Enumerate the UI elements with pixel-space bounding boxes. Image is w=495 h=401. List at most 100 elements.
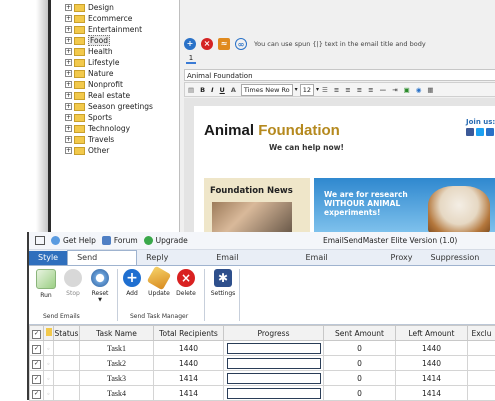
delete-button[interactable]: ×Delete xyxy=(173,269,199,297)
expand-icon[interactable]: + xyxy=(65,81,72,88)
delete-icon[interactable]: × xyxy=(201,38,213,50)
globe-icon[interactable]: ◉ xyxy=(416,86,422,94)
folder-icon xyxy=(74,92,85,100)
font-select[interactable]: Times New Ro xyxy=(241,84,293,96)
add-icon[interactable]: + xyxy=(184,38,196,50)
align-left-icon[interactable]: ≡ xyxy=(345,86,350,94)
expand-icon[interactable]: + xyxy=(65,103,72,110)
italic-button[interactable]: I xyxy=(211,86,213,94)
column-header-sent-amount[interactable]: Sent Amount xyxy=(324,326,396,341)
chevron-down-icon[interactable]: ▼ xyxy=(87,297,113,303)
expand-icon[interactable]: + xyxy=(65,15,72,22)
expand-icon[interactable]: + xyxy=(65,70,72,77)
get-help-link[interactable]: Get Help xyxy=(51,236,96,245)
image-icon[interactable]: ▣ xyxy=(404,86,410,94)
tab-email-accounts[interactable]: Email Account(s) xyxy=(296,251,381,265)
tab-email-templates[interactable]: Email Template(s) xyxy=(207,251,296,265)
update-button[interactable]: Update xyxy=(146,269,172,297)
column-header-exclude[interactable]: Exclu xyxy=(468,326,495,341)
tab-send-tasks[interactable]: Send Task(s) xyxy=(67,250,137,265)
tree-item-nonprofit[interactable]: +Nonprofit xyxy=(65,79,123,90)
expand-icon[interactable]: + xyxy=(65,48,72,55)
forum-link[interactable]: Forum xyxy=(102,236,138,245)
template-editor: + × ≈ ∞ You can use spun {|} text in the… xyxy=(184,36,495,232)
tree-item-real-estate[interactable]: +Real estate xyxy=(65,90,130,101)
expand-icon[interactable]: + xyxy=(65,92,72,99)
tab-suppression[interactable]: Suppression L xyxy=(421,251,495,265)
stop-button[interactable]: Stop xyxy=(60,269,86,297)
status-icon: ◦ xyxy=(44,386,54,401)
chevron-down-icon[interactable]: ▾ xyxy=(316,86,319,93)
rule-icon[interactable]: — xyxy=(380,86,387,94)
tree-item-travels[interactable]: +Travels xyxy=(65,134,114,145)
align-center-icon[interactable]: ≡ xyxy=(357,86,362,94)
row-checkbox[interactable]: ✓ xyxy=(30,371,44,386)
folder-icon xyxy=(74,70,85,78)
twitter-icon[interactable] xyxy=(476,128,484,136)
forum-icon xyxy=(102,236,111,245)
table-icon[interactable]: ▦ xyxy=(427,86,433,94)
expand-icon[interactable]: + xyxy=(65,26,72,33)
settings-button[interactable]: ✱Settings xyxy=(210,269,236,297)
table-row[interactable]: ✓ ◦ Task3 1414 0 1414 xyxy=(30,371,495,386)
expand-icon[interactable]: + xyxy=(65,4,72,11)
source-icon[interactable]: ▤ xyxy=(188,86,194,94)
table-row[interactable]: ✓ ◦ Task1 1440 0 1440 xyxy=(30,341,495,356)
tree-item-nature[interactable]: +Nature xyxy=(65,68,113,79)
tree-item-technology[interactable]: +Technology xyxy=(65,123,130,134)
align-right-icon[interactable]: ≡ xyxy=(368,86,373,94)
select-all-checkbox[interactable]: ✓ xyxy=(30,326,44,341)
app-icon[interactable] xyxy=(35,236,45,245)
tree-item-entertainment[interactable]: +Entertainment xyxy=(65,24,142,35)
folder-icon xyxy=(74,15,85,23)
row-checkbox[interactable]: ✓ xyxy=(30,341,44,356)
numbered-list-icon[interactable]: ≡ xyxy=(334,86,339,94)
tree-item-sports[interactable]: +Sports xyxy=(65,112,112,123)
reset-button[interactable]: Reset▼ xyxy=(87,269,113,303)
chevron-down-icon[interactable]: ▾ xyxy=(295,86,298,93)
row-checkbox[interactable]: ✓ xyxy=(30,356,44,371)
tree-item-lifestyle[interactable]: +Lifestyle xyxy=(65,57,120,68)
indent-icon[interactable]: ⇥ xyxy=(392,86,397,94)
column-header-total-recipients[interactable]: Total Recipients xyxy=(154,326,224,341)
tree-item-ecommerce[interactable]: +Ecommerce xyxy=(65,13,132,24)
expand-icon[interactable]: + xyxy=(65,125,72,132)
share-icon[interactable] xyxy=(486,128,494,136)
tab-reply-tasks[interactable]: Reply Task(s) xyxy=(137,251,207,265)
tab-proxy[interactable]: Proxy xyxy=(382,251,422,265)
upgrade-link[interactable]: Upgrade xyxy=(144,236,188,245)
size-select[interactable]: 12 xyxy=(300,84,314,96)
row-checkbox[interactable]: ✓ xyxy=(30,386,44,401)
underline-button[interactable]: U xyxy=(220,86,225,94)
tree-item-other[interactable]: +Other xyxy=(65,145,109,156)
column-header-progress[interactable]: Progress xyxy=(224,326,324,341)
expand-icon[interactable]: + xyxy=(65,114,72,121)
add-button[interactable]: +Add xyxy=(119,269,145,297)
expand-icon[interactable]: + xyxy=(65,37,72,44)
table-header-row: ✓ Status Task Name Total Recipients Prog… xyxy=(30,326,495,341)
bold-button[interactable]: B xyxy=(200,86,205,94)
expand-icon[interactable]: + xyxy=(65,147,72,154)
text-color-icon[interactable]: A xyxy=(231,86,236,94)
column-header-status[interactable]: Status xyxy=(54,326,80,341)
column-header-left-amount[interactable]: Left Amount xyxy=(396,326,468,341)
run-button[interactable]: Run xyxy=(33,269,59,299)
tab-1[interactable]: 1 xyxy=(186,54,196,64)
list-icon[interactable]: ☰ xyxy=(322,86,328,94)
tree-item-design[interactable]: +Design xyxy=(65,2,114,13)
tree-item-food[interactable]: +Food xyxy=(65,35,110,46)
tab-style[interactable]: Style xyxy=(29,251,67,265)
facebook-icon[interactable] xyxy=(466,128,474,136)
folder-icon xyxy=(74,48,85,56)
table-row[interactable]: ✓ ◦ Task2 1440 0 1440 xyxy=(30,356,495,371)
expand-icon[interactable]: + xyxy=(65,59,72,66)
subject-field[interactable]: Animal Foundation xyxy=(184,69,495,81)
link-icon[interactable]: ∞ xyxy=(235,38,247,50)
column-header-task-name[interactable]: Task Name xyxy=(80,326,154,341)
table-row[interactable]: ✓ ◦ Task4 1414 0 1414 xyxy=(30,386,495,401)
tree-item-season-greetings[interactable]: +Season greetings xyxy=(65,101,153,112)
expand-icon[interactable]: + xyxy=(65,136,72,143)
rss-icon[interactable]: ≈ xyxy=(218,38,230,50)
title-bar: Get Help Forum Upgrade EmailSendMaster E… xyxy=(29,232,495,250)
tree-item-health[interactable]: +Health xyxy=(65,46,113,57)
